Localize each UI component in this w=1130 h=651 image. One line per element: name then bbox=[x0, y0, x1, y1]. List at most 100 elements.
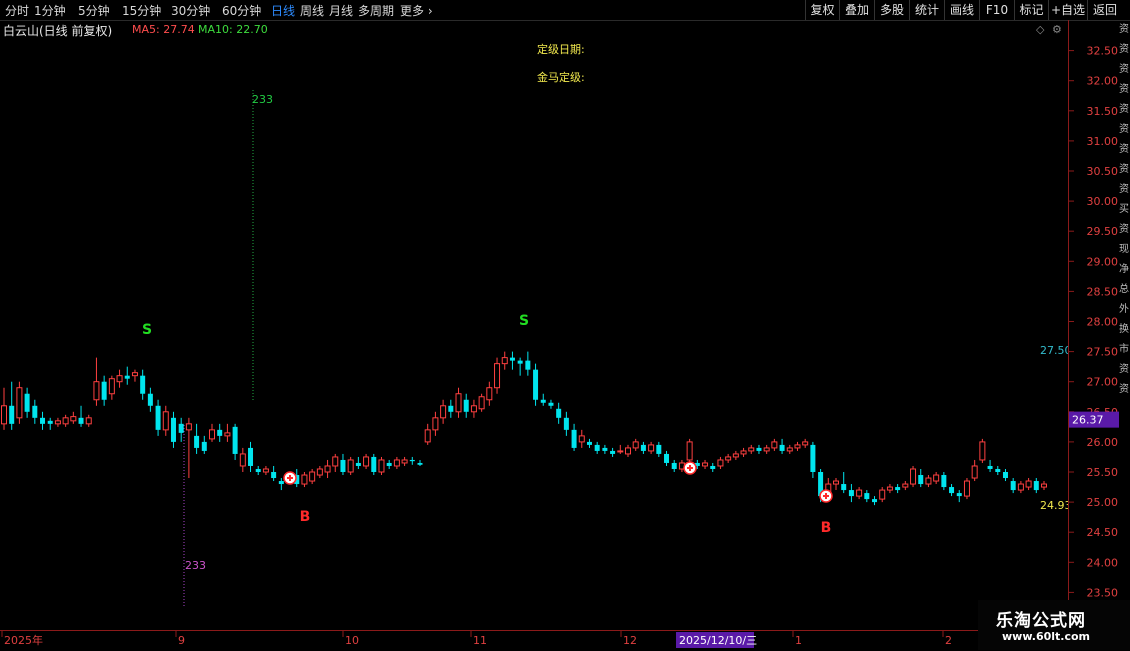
stats-button[interactable]: 统计 bbox=[909, 0, 944, 20]
candle-body bbox=[648, 444, 655, 452]
date-tick-label: 10 bbox=[345, 634, 359, 647]
price-tick-label: 26.00 bbox=[1087, 436, 1119, 449]
candle-body bbox=[393, 459, 400, 467]
price-tick-label: 28.00 bbox=[1087, 316, 1119, 329]
candle-body bbox=[556, 408, 562, 418]
candle-body bbox=[185, 423, 192, 431]
candle-body bbox=[124, 375, 130, 379]
candle-body bbox=[217, 429, 223, 436]
candle-body bbox=[271, 472, 277, 479]
candle-body bbox=[640, 444, 646, 451]
candle-body bbox=[963, 480, 970, 497]
side-strip-char: 资 bbox=[1119, 64, 1129, 75]
draw-line-button[interactable]: 画线 bbox=[944, 0, 979, 20]
price-tick-label: 27.50 bbox=[1087, 346, 1119, 359]
chevron-right-icon: › bbox=[424, 4, 433, 18]
candle-body bbox=[933, 474, 940, 482]
signal-b-label: B bbox=[300, 509, 311, 525]
candle-body bbox=[995, 468, 1001, 472]
candle-body bbox=[617, 450, 624, 453]
signal-s-label: S bbox=[142, 322, 152, 338]
vline-label-top: 233 bbox=[252, 93, 273, 106]
candlestick-chart[interactable]: 233 233 S B S B 27.50 24.93 bbox=[0, 20, 1068, 630]
period-toolbar: 分时 1分钟 5分钟 15分钟 30分钟 60分钟 日线 周线 月线 多周期 更… bbox=[0, 0, 1130, 21]
period-tab-monthly[interactable]: 月线 bbox=[329, 2, 353, 19]
period-tab-weekly[interactable]: 周线 bbox=[300, 2, 324, 19]
candle-body bbox=[802, 441, 809, 446]
f10-button[interactable]: F10 bbox=[979, 0, 1014, 20]
price-tick-label: 30.00 bbox=[1087, 195, 1119, 208]
candle-body bbox=[78, 417, 84, 424]
period-tab-60min[interactable]: 60分钟 bbox=[222, 2, 261, 19]
candle-body bbox=[833, 480, 839, 485]
candle-body bbox=[140, 375, 146, 394]
side-strip-char: 资 bbox=[1119, 384, 1129, 395]
candle-body bbox=[347, 459, 354, 473]
multi-stock-button[interactable]: 多股 bbox=[874, 0, 909, 20]
signal-s-label: S bbox=[519, 313, 529, 329]
candle-body bbox=[625, 447, 631, 455]
price-tick-label: 31.00 bbox=[1087, 135, 1119, 148]
period-tab-multi[interactable]: 多周期 bbox=[358, 2, 394, 19]
candle-body bbox=[786, 447, 793, 452]
candle-body bbox=[209, 429, 215, 440]
candle-body bbox=[794, 444, 801, 449]
candle-body bbox=[571, 429, 577, 448]
candle-body bbox=[201, 441, 207, 451]
back-button[interactable]: 返回 bbox=[1087, 0, 1122, 20]
candle-body bbox=[563, 417, 569, 430]
side-strip-char: 资 bbox=[1119, 84, 1129, 95]
price-tick-label: 32.00 bbox=[1087, 75, 1119, 88]
candle-body bbox=[32, 405, 38, 418]
side-strip-char: 总 bbox=[1119, 284, 1129, 295]
period-tab-30min[interactable]: 30分钟 bbox=[171, 2, 210, 19]
price-tick-label: 24.00 bbox=[1087, 556, 1119, 569]
mark-button[interactable]: 标记 bbox=[1014, 0, 1048, 20]
period-tab-1min[interactable]: 1分钟 bbox=[34, 2, 66, 19]
date-tick-label: 9 bbox=[178, 634, 185, 647]
candle-body bbox=[463, 399, 469, 412]
period-tab-5min[interactable]: 5分钟 bbox=[78, 2, 110, 19]
candle-body bbox=[248, 447, 254, 466]
candle-body bbox=[763, 447, 770, 452]
candle-body bbox=[632, 441, 639, 449]
side-strip-char: 换 bbox=[1119, 324, 1129, 335]
candle-body bbox=[756, 447, 762, 451]
candle-body bbox=[401, 459, 408, 464]
candle-body bbox=[116, 375, 123, 383]
period-tab-15min[interactable]: 15分钟 bbox=[122, 2, 161, 19]
signal-b-label: B bbox=[821, 520, 832, 536]
candle-body bbox=[1017, 483, 1024, 491]
candle-body bbox=[309, 471, 316, 482]
candle-body bbox=[432, 417, 439, 431]
candle-body bbox=[771, 441, 778, 449]
side-strip-char: 市 bbox=[1119, 344, 1129, 355]
candle-body bbox=[1010, 481, 1016, 491]
side-strip-char: 资 bbox=[1119, 184, 1129, 195]
candle-body bbox=[54, 420, 61, 425]
candle-body bbox=[301, 474, 308, 485]
candle-body bbox=[509, 357, 515, 361]
candle-body bbox=[194, 435, 200, 448]
candle-body bbox=[486, 387, 493, 401]
candle-body bbox=[147, 393, 153, 406]
period-tab-daily[interactable]: 日线 bbox=[271, 2, 295, 19]
date-cursor-label: 2025/12/10/三 bbox=[679, 634, 757, 647]
price-tick-label: 31.50 bbox=[1087, 105, 1119, 118]
candle-body bbox=[108, 378, 115, 395]
candle-body bbox=[886, 486, 893, 491]
period-tab-intraday[interactable]: 分时 bbox=[5, 2, 29, 19]
candle-body bbox=[856, 489, 863, 497]
marker-low-label: 24.93 bbox=[1040, 499, 1068, 512]
candle-body bbox=[417, 462, 423, 465]
price-tick-label: 28.50 bbox=[1087, 285, 1119, 298]
watermark-url: www.60lt.com bbox=[1002, 630, 1091, 643]
overlay-button[interactable]: 叠加 bbox=[839, 0, 874, 20]
candle-body bbox=[448, 405, 454, 412]
period-tab-more[interactable]: 更多 › bbox=[400, 2, 433, 19]
add-watchlist-button[interactable]: +自选 bbox=[1048, 0, 1087, 20]
date-tick-label: 2 bbox=[945, 634, 952, 647]
candle-body bbox=[949, 487, 955, 494]
candle-body bbox=[525, 360, 531, 370]
adjust-button[interactable]: 复权 bbox=[805, 0, 839, 20]
